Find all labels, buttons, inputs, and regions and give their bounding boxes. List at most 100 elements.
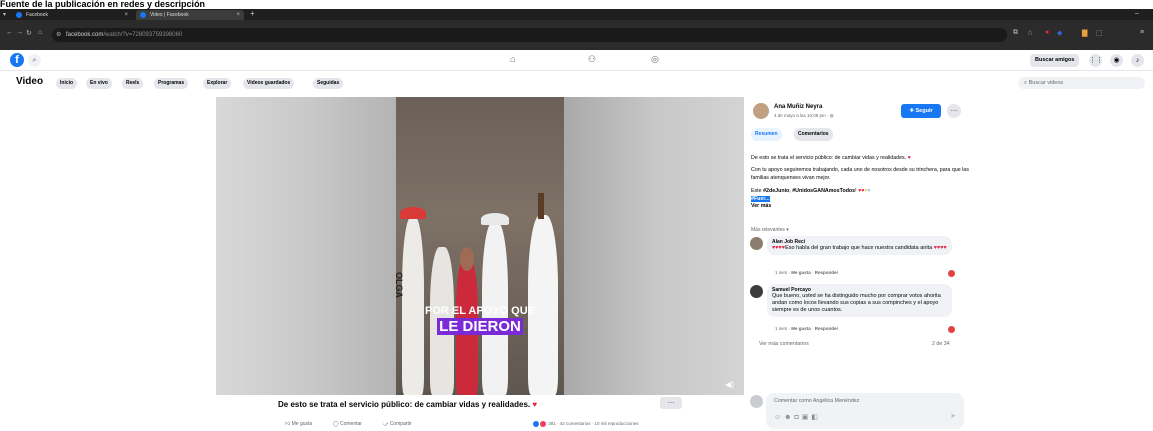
extensions-icon[interactable]: ⬚ — [1096, 29, 1103, 37]
more-options-button[interactable]: … — [660, 397, 682, 409]
video-blur-right — [564, 97, 744, 395]
comment-reply-button[interactable]: Responder — [815, 326, 839, 331]
tab-inicio[interactable]: Inicio — [56, 78, 78, 89]
search-icon[interactable]: ⌕ — [28, 54, 41, 67]
hashtag-link[interactable]: #UnidosGANAmosTodos — [792, 188, 855, 194]
browser-tab-facebook[interactable]: Facebook × — [12, 10, 132, 20]
tab-comentarios[interactable]: Comentarios — [794, 128, 833, 141]
extension-shield-icon[interactable]: ◆ — [1057, 29, 1062, 37]
hashtag-link[interactable]: #2deJunio — [763, 188, 789, 194]
image-caption: Fuente de la publicación en redes y desc… — [0, 0, 1153, 9]
comment-text: Que bueno, usted se ha distinguido mucho… — [772, 293, 941, 313]
post-date: 4 de mayo a las 10:09 pm · ◍ — [774, 113, 834, 118]
love-reaction-icon — [540, 421, 546, 427]
current-user-avatar[interactable] — [750, 395, 763, 408]
comment-reply-button[interactable]: Responder — [815, 270, 839, 275]
comment-text: ♥♥♥♥Eso habla del gran trabajo que hace … — [772, 245, 947, 251]
see-more-link[interactable]: Ver más — [751, 203, 969, 211]
volume-icon[interactable]: ◀) — [725, 380, 734, 389]
send-icon[interactable]: ➤ — [950, 412, 956, 420]
red-cap — [400, 207, 426, 219]
back-icon[interactable]: ← — [6, 29, 13, 36]
url-path: /watch/?v=728093759398060 — [103, 32, 183, 38]
tab-programas[interactable]: Programas — [154, 78, 189, 89]
extension-folder-icon[interactable]: ▇ — [1082, 29, 1087, 37]
author-avatar[interactable] — [753, 103, 769, 119]
find-friends-button[interactable]: Buscar amigos — [1030, 54, 1080, 67]
author-name[interactable]: Ana Muñiz Neyra — [774, 104, 822, 110]
see-more-comments-link[interactable]: Ver más comentarios — [759, 341, 809, 347]
video-player[interactable]: OLGA POR EL APOYO QUE LE DIERON ◀) — [216, 97, 744, 395]
forward-icon[interactable]: → — [16, 29, 23, 36]
tab-en-vivo[interactable]: En vivo — [86, 78, 112, 89]
tab-resumen[interactable]: Resumen — [751, 128, 782, 141]
comment-page-count: 2 de 34 — [932, 341, 950, 347]
bookmark-star-icon[interactable]: ☆ — [1027, 29, 1033, 37]
child-figure — [460, 247, 474, 271]
comment-button[interactable]: ◯ Comentar — [333, 421, 362, 427]
friends-icon[interactable]: ⚇ — [588, 54, 596, 65]
minimize-window-icon[interactable]: – — [1135, 10, 1139, 17]
browser-tab-video[interactable]: Video | Facebook × — [136, 10, 244, 20]
new-tab-button[interactable]: + — [250, 9, 255, 18]
home-icon[interactable]: ⌂ — [510, 54, 515, 64]
close-tab-icon[interactable]: × — [124, 10, 128, 20]
panel-more-button[interactable]: … — [947, 104, 961, 118]
follow-button[interactable]: ✚ Seguir — [901, 104, 941, 118]
browser-menu-icon[interactable]: ≡ — [1140, 29, 1144, 36]
comment-bubble: Samuel Porcayo Que bueno, usted se ha di… — [767, 284, 952, 317]
comment-sort-dropdown[interactable]: Más relevantes ▾ — [751, 227, 789, 233]
messenger-icon[interactable]: ◉ — [1110, 54, 1123, 67]
post-title: De esto se trata el servicio público: de… — [278, 400, 538, 409]
extension-icon[interactable]: ● — [1045, 29, 1049, 36]
video-navigation: Video Inicio En vivo Reels Programas Exp… — [0, 72, 1153, 94]
emoji-icon[interactable]: ☻ — [784, 414, 794, 421]
tab-seguidas[interactable]: Seguidas — [313, 78, 344, 89]
description-line2: Con tu apoyo seguiremos trabajando, cada… — [751, 167, 969, 181]
gif-icon[interactable]: ▣ — [802, 414, 812, 421]
site-info-icon[interactable]: ⚙ — [56, 28, 61, 42]
comment-input[interactable]: Comentar como Angélica Menéndez ☺☻◘▣◧ ➤ — [766, 393, 964, 429]
facebook-header: f ⌕ ⌂ ⚇ ◎ Buscar amigos ⋮⋮ ◉ ♪ — [0, 50, 1153, 71]
thumbs-up-icon: 👍︎ — [285, 421, 292, 427]
video-blur-left — [216, 97, 396, 395]
heart-emojis-icon: ♥♥♥♥ — [933, 245, 947, 251]
tab-menu-icon[interactable]: ▾ — [3, 11, 6, 18]
url-domain: facebook.com — [66, 32, 104, 38]
tab-reels[interactable]: Reels — [122, 78, 144, 89]
video-overlay-line2: LE DIERON — [437, 318, 523, 335]
love-reaction-icon — [948, 326, 955, 333]
heart-emojis-icon: ♥♥♥♥ — [772, 245, 786, 251]
reload-icon[interactable]: ↻ — [26, 29, 32, 37]
avatar-sticker-icon[interactable]: ☺ — [774, 414, 784, 421]
commenter-avatar[interactable] — [750, 285, 763, 298]
comment-tools: ☺☻◘▣◧ — [774, 413, 821, 421]
description-line3: Este #2deJunio, #UnidosGANAmosTodos! ♥♥♥… — [751, 188, 871, 194]
install-icon[interactable]: ⧉ — [1013, 29, 1018, 37]
share-button[interactable]: ⤻ Compartir — [383, 421, 412, 427]
menu-grid-icon[interactable]: ⋮⋮ — [1089, 54, 1103, 67]
close-tab-icon[interactable]: × — [236, 10, 240, 20]
like-reaction-icon — [533, 421, 539, 427]
wooden-cross — [538, 193, 544, 219]
post-stats[interactable]: 381 · 42 comentarios · 10 mil reproducci… — [533, 421, 639, 427]
tab-videos-guardados[interactable]: Videos guardados — [243, 78, 295, 89]
video-search-input[interactable]: ⌕ Buscar videos — [1018, 77, 1145, 89]
comment-like-button[interactable]: Me gusta — [791, 270, 811, 275]
sticker-icon[interactable]: ◧ — [811, 414, 821, 421]
commenter-avatar[interactable] — [750, 237, 763, 250]
address-bar[interactable]: ⚙ facebook.com/watch/?v=728093759398060 — [52, 28, 1007, 42]
heart-emoji-icon: ♥ — [907, 155, 911, 161]
camera-icon[interactable]: ◘ — [795, 414, 802, 421]
facebook-logo[interactable]: f — [10, 53, 24, 67]
bell-icon[interactable]: ♪ — [1131, 54, 1144, 67]
video-overlay-line1: POR EL APOYO QUE — [424, 305, 536, 317]
comment-meta: 1 sem · Me gusta · Responder — [775, 326, 839, 331]
shirt-text: OLGA — [394, 272, 404, 298]
comment-like-button[interactable]: Me gusta — [791, 326, 811, 331]
groups-icon[interactable]: ◎ — [651, 54, 659, 65]
like-button[interactable]: 👍︎ Me gusta — [285, 421, 312, 427]
tab-explorar[interactable]: Explorar — [203, 78, 232, 89]
home-browser-icon[interactable]: ⌂ — [38, 29, 42, 36]
post-details-panel: Ana Muñiz Neyra 4 de mayo a las 10:09 pm… — [746, 97, 973, 431]
